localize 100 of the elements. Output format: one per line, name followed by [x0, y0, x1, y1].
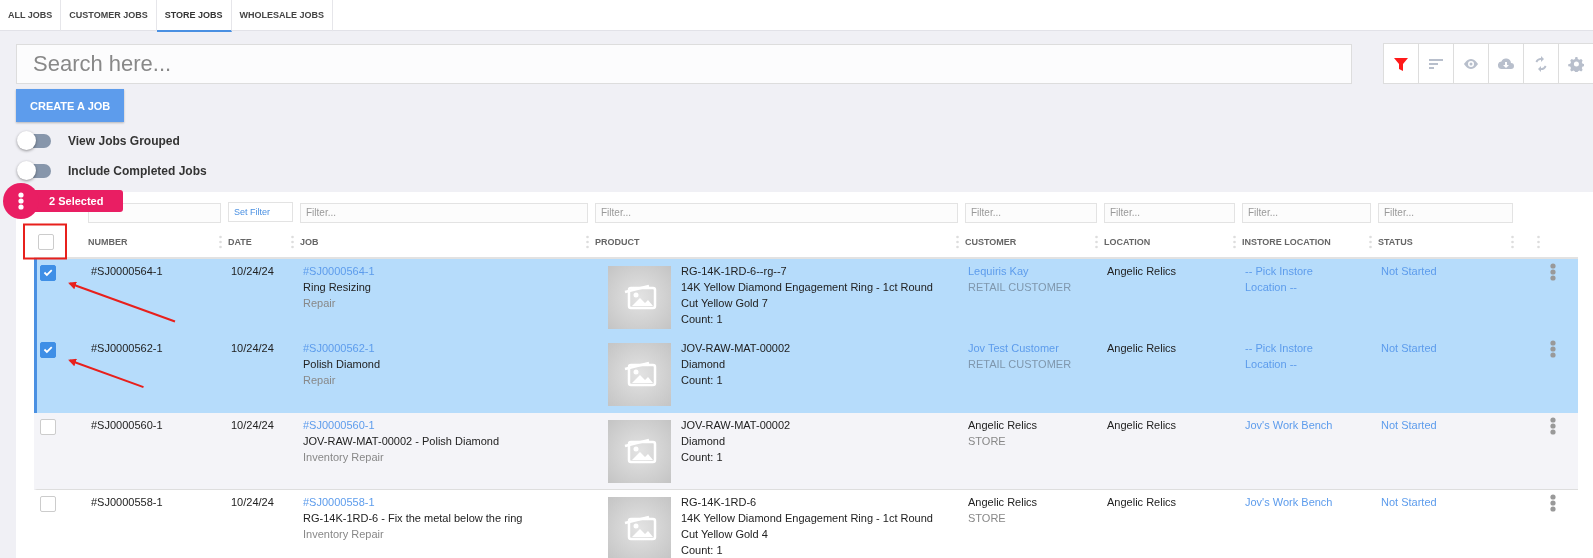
column-grip-icon: [1369, 234, 1372, 249]
column-header[interactable]: NUMBER: [88, 236, 128, 247]
customer-type: RETAIL CUSTOMER: [968, 356, 1073, 372]
column-grip-icon: [291, 234, 294, 249]
image-icon: [622, 436, 657, 466]
toolbar-button[interactable]: [1488, 43, 1523, 84]
filter-field[interactable]: Filter...: [1378, 202, 1513, 223]
row-checkbox[interactable]: [40, 495, 56, 512]
job-number: #SJ0000558-1: [91, 494, 164, 510]
customer-link[interactable]: Lequiris Kay: [968, 262, 1107, 279]
instore-location-link[interactable]: -- Pick Instore Location --: [1245, 262, 1363, 295]
filter-field[interactable]: Filter...: [1242, 202, 1371, 223]
tab[interactable]: ALL JOBS: [0, 0, 62, 32]
column-header[interactable]: DATE: [228, 236, 252, 247]
toggle-switch[interactable]: [19, 164, 51, 178]
product-detail: Count: 1: [681, 311, 724, 327]
row-checkbox[interactable]: [40, 418, 56, 435]
product-detail: Count: 1: [681, 542, 724, 558]
column-header[interactable]: JOB: [300, 236, 319, 247]
create-job-button[interactable]: CREATE A JOB: [16, 89, 125, 122]
more-icon[interactable]: [1550, 416, 1556, 435]
column-grip-icon: [956, 234, 959, 249]
product-detail: RG-14K-1RD-6: [681, 494, 758, 510]
job-date: 10/24/24: [231, 340, 275, 356]
tab[interactable]: STORE JOBS: [156, 0, 232, 32]
toolbar-button[interactable]: [1558, 43, 1593, 84]
more-icon[interactable]: [1550, 339, 1556, 358]
product-detail: JOV-RAW-MAT-00002: [681, 417, 792, 433]
job-date: 10/24/24: [231, 494, 275, 510]
column-header[interactable]: INSTORE LOCATION: [1242, 236, 1331, 247]
product-detail: JOV-RAW-MAT-00002: [681, 340, 792, 356]
more-actions-button[interactable]: [3, 183, 39, 219]
toggle-label: View Jobs Grouped: [68, 134, 180, 148]
instore-location-link[interactable]: Jov's Work Bench: [1245, 416, 1363, 433]
job-number: #SJ0000562-1: [91, 340, 164, 356]
product-detail: 14K Yellow Diamond Engagement Ring - 1ct Round: [681, 510, 934, 526]
job-title: RG-14K-1RD-6 - Fix the metal below the ring: [303, 510, 524, 526]
job-number: #SJ0000560-1: [91, 417, 164, 433]
column-grip-icon: [586, 234, 589, 249]
job-title: JOV-RAW-MAT-00002 - Polish Diamond: [303, 433, 501, 449]
row-checkbox[interactable]: [40, 264, 56, 281]
status-link[interactable]: Not Started: [1381, 493, 1523, 510]
filter-field[interactable]: Filter...: [595, 202, 958, 223]
customer-name: Angelic Relics: [968, 417, 1039, 433]
job-link[interactable]: #SJ0000558-1: [303, 493, 598, 510]
product-detail: RG-14K-1RD-6--rg--7: [681, 263, 788, 279]
customer-link[interactable]: Jov Test Customer: [968, 339, 1107, 356]
location: Angelic Relics: [1107, 494, 1178, 510]
search-field[interactable]: Search here...: [16, 44, 1352, 84]
tab[interactable]: CUSTOMER JOBS: [61, 0, 157, 32]
status-link[interactable]: Not Started: [1381, 339, 1523, 356]
job-type: Repair: [303, 372, 337, 388]
filter-field[interactable]: Filter...: [300, 202, 588, 223]
column-grip-icon: [1511, 234, 1514, 249]
location: Angelic Relics: [1107, 340, 1178, 356]
image-icon: [622, 359, 657, 389]
toggle-label: Include Completed Jobs: [68, 164, 207, 178]
job-link[interactable]: #SJ0000564-1: [303, 262, 598, 279]
column-grip-icon: [1537, 234, 1540, 249]
toolbar-button[interactable]: [1418, 43, 1453, 84]
more-icon[interactable]: [1550, 262, 1556, 281]
select-all-checkbox[interactable]: [38, 233, 54, 250]
product-detail: Diamond: [681, 356, 727, 372]
column-grip-icon: [1233, 234, 1236, 249]
column-header[interactable]: PRODUCT: [595, 236, 640, 247]
status-link[interactable]: Not Started: [1381, 262, 1523, 279]
customer-type: STORE: [968, 433, 1007, 449]
toolbar-button[interactable]: [1453, 43, 1488, 84]
job-link[interactable]: #SJ0000560-1: [303, 416, 598, 433]
row-checkbox[interactable]: [40, 341, 56, 358]
toolbar-button[interactable]: [1383, 43, 1418, 84]
set-filter-link[interactable]: Set Filter: [228, 202, 293, 222]
job-link[interactable]: #SJ0000562-1: [303, 339, 598, 356]
filter-field[interactable]: Filter...: [1104, 202, 1235, 223]
instore-location-link[interactable]: Jov's Work Bench: [1245, 493, 1363, 510]
job-type: Repair: [303, 295, 337, 311]
toolbar-button[interactable]: [1523, 43, 1558, 84]
product-detail: Cut Yellow Gold 7: [681, 295, 769, 311]
more-icon: [18, 192, 24, 210]
image-icon: [622, 513, 657, 543]
column-grip-icon: [1095, 234, 1098, 249]
customer-name: Angelic Relics: [968, 494, 1039, 510]
column-header[interactable]: STATUS: [1378, 236, 1413, 247]
column-header[interactable]: CUSTOMER: [965, 236, 1017, 247]
filter-field[interactable]: Filter...: [965, 202, 1097, 223]
job-title: Ring Resizing: [303, 279, 372, 295]
job-date: 10/24/24: [231, 263, 275, 279]
more-icon[interactable]: [1550, 493, 1556, 512]
instore-location-link[interactable]: -- Pick Instore Location --: [1245, 339, 1363, 372]
job-type: Inventory Repair: [303, 449, 385, 465]
column-header[interactable]: LOCATION: [1104, 236, 1151, 247]
job-type: Inventory Repair: [303, 526, 385, 542]
job-date: 10/24/24: [231, 417, 275, 433]
status-link[interactable]: Not Started: [1381, 416, 1523, 433]
tab[interactable]: WHOLESALE JOBS: [231, 0, 334, 32]
toggle-switch[interactable]: [19, 134, 51, 148]
customer-type: STORE: [968, 510, 1007, 526]
job-number: #SJ0000564-1: [91, 263, 164, 279]
product-detail: Diamond: [681, 433, 727, 449]
product-detail: Count: 1: [681, 449, 724, 465]
